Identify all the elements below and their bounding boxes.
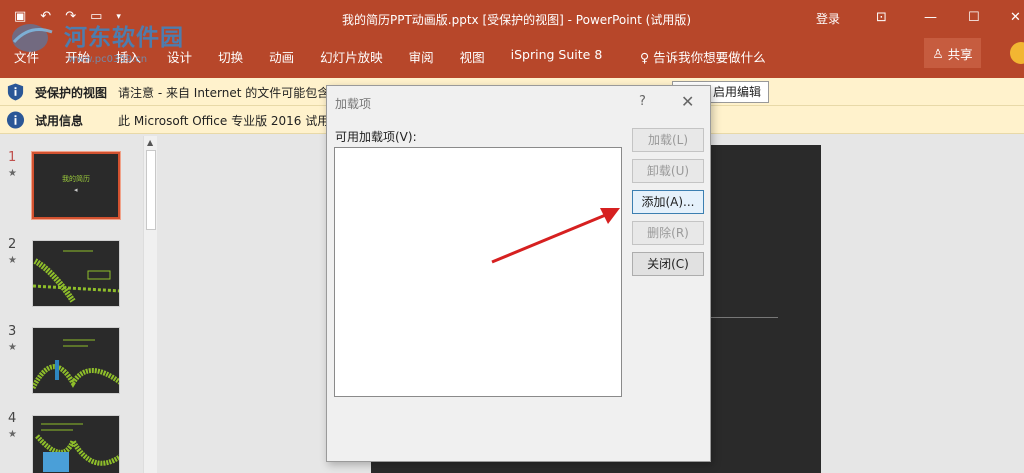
presentation-icon[interactable]: ▭: [90, 9, 102, 24]
ribbon-display-options-icon[interactable]: ⊡: [876, 10, 887, 25]
share-button[interactable]: ♙ 共享: [924, 38, 981, 68]
unload-button[interactable]: 卸载(U): [632, 159, 704, 183]
slide-number: 2: [8, 237, 17, 252]
load-button[interactable]: 加载(L): [632, 128, 704, 152]
scrollbar-thumb[interactable]: [146, 150, 156, 230]
tab-design[interactable]: 设计: [167, 47, 192, 66]
available-addins-list[interactable]: [334, 147, 622, 397]
undo-icon[interactable]: ↶: [40, 9, 51, 24]
slide-thumbnail-title: 我的简历: [62, 175, 90, 183]
tab-insert[interactable]: 插入: [116, 47, 141, 66]
login-link[interactable]: 登录: [816, 10, 840, 27]
tell-me-text: 告诉我你想要做什么: [653, 50, 766, 65]
info-icon: [6, 111, 25, 129]
shield-icon: [7, 83, 24, 101]
redo-icon[interactable]: ↷: [65, 9, 76, 24]
help-icon[interactable]: ?: [639, 94, 646, 109]
slide-thumbnail-3[interactable]: [32, 327, 120, 394]
slide-number: 3: [8, 324, 17, 339]
title-bar: ▣ ↶ ↷ ▭ ▾ 我的简历PPT动画版.pptx [受保护的视图] - Pow…: [0, 0, 1024, 38]
feedback-smiley-icon[interactable]: [1010, 42, 1024, 64]
slide-thumbnail-4[interactable]: [32, 415, 120, 473]
animation-star-icon: ★: [8, 168, 17, 179]
scroll-up-icon[interactable]: ▲: [147, 138, 153, 147]
sound-icon: ◂: [74, 186, 78, 194]
ribbon-tabs: 文件 开始 插入 设计 切换 动画 幻灯片放映 审阅 视图 iSpring Su…: [14, 47, 628, 66]
quick-access-toolbar: ▣ ↶ ↷ ▭ ▾: [14, 9, 121, 24]
slide-number: 4: [8, 411, 17, 426]
close-button[interactable]: 关闭(C): [632, 252, 704, 276]
slide-thumbnail-art: [33, 339, 119, 390]
tab-slideshow[interactable]: 幻灯片放映: [320, 47, 383, 66]
tab-file[interactable]: 文件: [14, 47, 39, 66]
tell-me-box[interactable]: ♀ 告诉我你想要做什么: [640, 47, 766, 66]
tab-animations[interactable]: 动画: [269, 47, 294, 66]
thumbnails-scrollbar[interactable]: ▲: [143, 136, 157, 473]
minimize-icon[interactable]: —: [924, 10, 937, 25]
person-icon: ♙: [932, 45, 944, 61]
remove-button[interactable]: 删除(R): [632, 221, 704, 245]
close-icon[interactable]: ✕: [681, 92, 694, 111]
tab-transitions[interactable]: 切换: [218, 47, 243, 66]
customize-qat-icon[interactable]: ▾: [116, 12, 121, 22]
close-window-icon[interactable]: ✕: [1010, 10, 1021, 25]
addins-dialog: 加载项 ? ✕ 可用加载项(V): 加载(L) 卸载(U) 添加(A)... 删…: [326, 85, 711, 462]
animation-star-icon: ★: [8, 342, 17, 353]
slide-number: 1: [8, 150, 17, 165]
protected-view-title: 受保护的视图: [35, 86, 108, 100]
slide-thumbnail-art: [35, 423, 119, 472]
tab-view[interactable]: 视图: [460, 47, 485, 66]
window-title: 我的简历PPT动画版.pptx [受保护的视图] - PowerPoint (试…: [342, 13, 692, 27]
share-label: 共享: [947, 46, 973, 62]
slide-thumbnail-art: [33, 250, 119, 303]
available-addins-label: 可用加载项(V):: [335, 130, 417, 144]
slide-divider-line: [710, 317, 778, 318]
lightbulb-icon: ♀: [640, 50, 650, 65]
trial-info-message: 此 Microsoft Office 专业版 2016 试用版: [118, 114, 342, 128]
tab-review[interactable]: 审阅: [409, 47, 434, 66]
dialog-title: 加载项: [335, 97, 372, 111]
slide-thumbnail-1[interactable]: 我的简历 ◂: [32, 152, 120, 219]
tab-home[interactable]: 开始: [65, 47, 90, 66]
save-icon[interactable]: ▣: [14, 9, 26, 24]
maximize-icon[interactable]: ☐: [968, 10, 980, 25]
trial-info-title: 试用信息: [35, 114, 84, 128]
ribbon-tab-bar: 文件 开始 插入 设计 切换 动画 幻灯片放映 审阅 视图 iSpring Su…: [0, 38, 1024, 78]
add-button[interactable]: 添加(A)...: [632, 190, 704, 214]
slide-thumbnails-pane: 1 ★ 我的简历 ◂ 2 ★ 3 ★ 4 ★: [0, 134, 162, 473]
animation-star-icon: ★: [8, 429, 17, 440]
slide-thumbnail-2[interactable]: [32, 240, 120, 307]
animation-star-icon: ★: [8, 255, 17, 266]
tab-ispring[interactable]: iSpring Suite 8: [511, 47, 603, 66]
